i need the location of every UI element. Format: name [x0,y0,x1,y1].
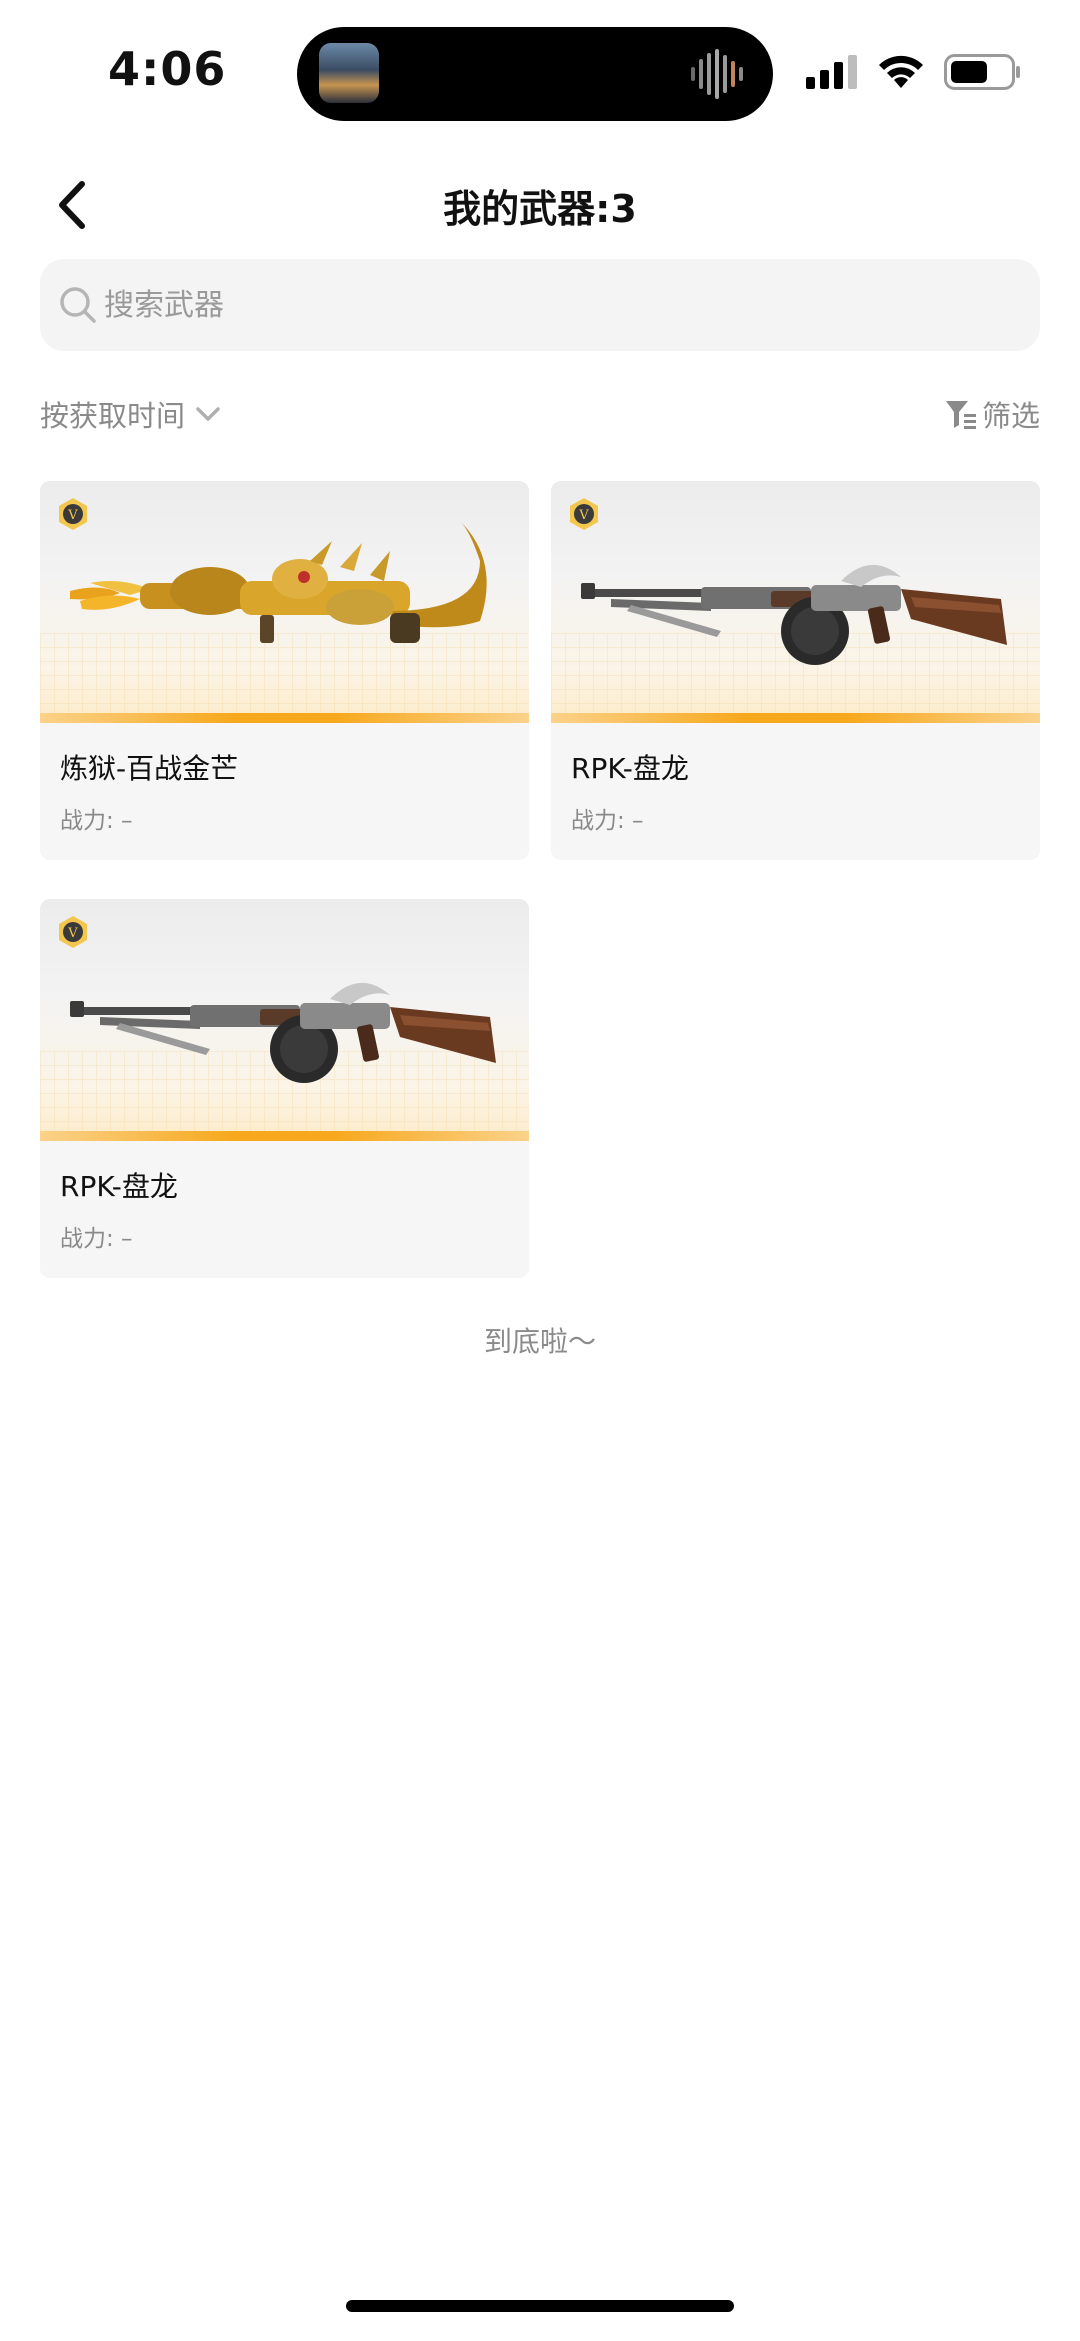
status-bar: 4:06 [0,0,1080,150]
vip-badge-icon: V [59,498,87,530]
rpk-rifle-image [581,564,1007,665]
weapon-image: V [40,899,529,1141]
search-icon [60,287,96,323]
audio-wave-icon [691,49,743,99]
filter-button[interactable]: 筛选 [944,392,1040,436]
svg-text:V: V [578,508,589,523]
search-input[interactable] [104,279,984,331]
cellular-signal-icon [806,55,857,89]
status-time: 4:06 [108,42,227,96]
weapon-name: 炼狱-百战金芒 [60,752,239,785]
vip-badge-icon: V [570,498,598,530]
weapon-name: RPK-盘龙 [571,752,689,785]
dragon-rifle-gold-image [70,521,487,643]
filter-icon [945,401,976,429]
search-bar[interactable] [40,259,1040,351]
sort-dropdown[interactable]: 按获取时间 [40,392,223,436]
wifi-icon [879,55,923,88]
filter-label: 筛选 [981,399,1040,433]
weapon-name: RPK-盘龙 [60,1170,178,1203]
weapon-card[interactable]: V RPK-盘龙 战力: – [40,899,529,1278]
sort-label: 按获取时间 [40,399,186,433]
weapon-image: V [551,481,1040,723]
now-playing-artwork [319,43,379,103]
weapon-image: V [40,481,529,723]
rpk-rifle-image [70,982,496,1083]
weapon-power: 战力: – [60,1226,133,1252]
weapon-power: 战力: – [571,808,644,834]
page-title: 我的武器:3 [443,187,637,231]
svg-text:V: V [67,508,78,523]
home-indicator[interactable] [346,2300,734,2312]
dynamic-island[interactable] [297,27,773,121]
svg-text:V: V [67,926,78,941]
chevron-down-icon [196,407,220,421]
vip-badge-icon: V [59,916,87,948]
weapon-power: 战力: – [60,808,133,834]
weapon-card[interactable]: V RPK-盘龙 战力: – [551,481,1040,860]
navigation-bar: 我的武器:3 [0,160,1080,250]
battery-icon [944,54,1020,90]
end-of-list-text: 到底啦～ [483,1325,596,1358]
weapon-card[interactable]: V 炼狱-百战金芒 战力: – [40,481,529,860]
